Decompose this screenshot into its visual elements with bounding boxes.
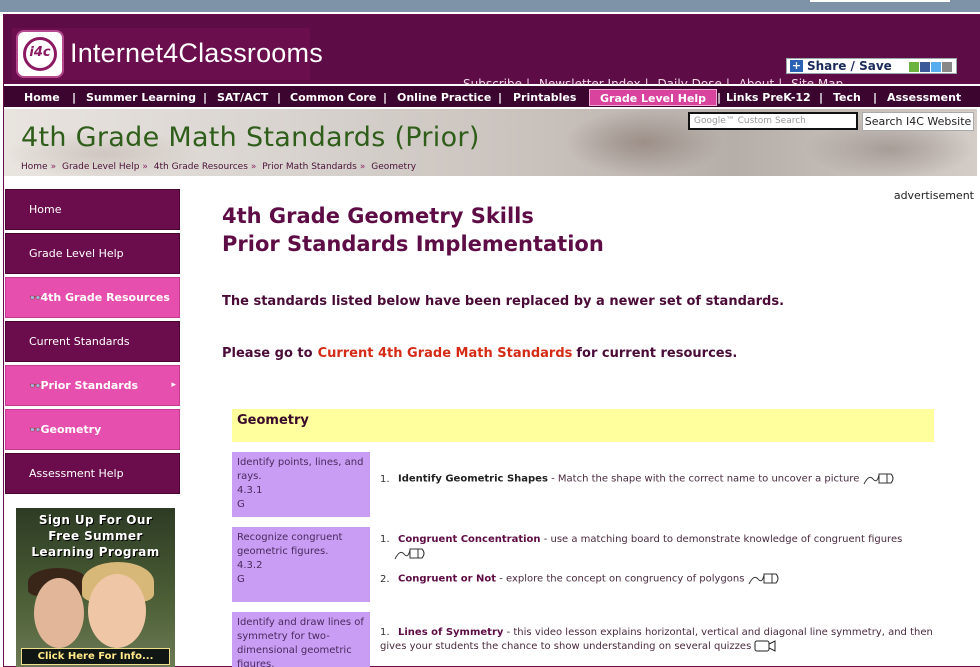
summer-learning-promo[interactable]: Sign Up For Our Free Summer Learning Pro… bbox=[16, 508, 175, 667]
share-social-icons bbox=[908, 61, 952, 75]
nav-summer-learning[interactable]: Summer Learning bbox=[86, 89, 196, 106]
page-title: 4th Grade Math Standards (Prior) bbox=[21, 122, 480, 153]
sidebar-item-grade-level-help[interactable]: Grade Level Help bbox=[5, 233, 180, 274]
sidebar-item-label: Prior Standards bbox=[40, 379, 139, 392]
standard-code: 4.3.1 bbox=[237, 485, 263, 496]
promo-line: Learning Program bbox=[31, 545, 160, 559]
share-plus-icon: + bbox=[790, 59, 803, 72]
nav-sat-act[interactable]: SAT/ACT bbox=[217, 89, 268, 106]
nav-common-core[interactable]: Common Core bbox=[290, 89, 376, 106]
sidebar-item-geometry[interactable]: 👓Geometry bbox=[5, 409, 180, 450]
site-search-input[interactable]: Google™ Custom Search bbox=[688, 112, 858, 130]
breadcrumb-geometry: Geometry bbox=[371, 162, 417, 172]
nav-grade-level-help[interactable]: Grade Level Help bbox=[589, 89, 718, 106]
nav-tech[interactable]: Tech bbox=[833, 89, 861, 106]
breadcrumb-home[interactable]: Home bbox=[21, 162, 48, 172]
sidebar-item-label: Geometry bbox=[40, 423, 102, 436]
site-name: Internet4Classrooms bbox=[70, 38, 323, 68]
standard-text: Recognize congruent geometric figures. bbox=[237, 532, 343, 557]
sidebar-item-label: Assessment Help bbox=[29, 467, 124, 480]
browser-top-strip bbox=[0, 0, 980, 12]
nav-printables[interactable]: Printables bbox=[513, 89, 576, 106]
sidebar-item-prior-standards[interactable]: 👓Prior Standards ▸ bbox=[5, 365, 180, 406]
breadcrumb: Home» Grade Level Help» 4th Grade Resour… bbox=[21, 162, 417, 172]
share-save-button[interactable]: + Share / Save bbox=[786, 58, 957, 74]
main-title: 4th Grade Geometry Skills Prior Standard… bbox=[222, 202, 604, 258]
main-title-line2: Prior Standards Implementation bbox=[222, 232, 604, 256]
resource-link-congruent-or-not[interactable]: Congruent or Not bbox=[398, 574, 496, 585]
nav-home[interactable]: Home bbox=[24, 89, 60, 106]
resource-item: 2. Congruent or Not - explore the concept… bbox=[380, 572, 935, 587]
glasses-icon: 👓 bbox=[29, 293, 42, 304]
glasses-icon: 👓 bbox=[29, 381, 42, 392]
standard-level: G bbox=[237, 499, 245, 510]
promo-line: Sign Up For Our bbox=[38, 513, 153, 527]
sidebar-item-current-standards[interactable]: Current Standards bbox=[5, 321, 180, 362]
pencil-activity-icon bbox=[748, 573, 779, 585]
promo-cta[interactable]: Click Here For Info... bbox=[21, 648, 170, 665]
pencil-activity-icon bbox=[394, 548, 425, 560]
goto-prefix: Please go to bbox=[222, 346, 313, 361]
logo-mark-text: i4c bbox=[29, 45, 51, 60]
resource-item: 1. Lines of Symmetry - this video lesson … bbox=[380, 626, 935, 654]
standard-text: Identify and draw lines of symmetry for … bbox=[237, 617, 364, 667]
standard-text: Identify points, lines, and rays. bbox=[237, 457, 364, 482]
sidebar-item-label: Current Standards bbox=[29, 335, 130, 348]
sidebar-item-label: Home bbox=[29, 203, 62, 216]
standard-level: G bbox=[237, 574, 245, 585]
top-right-box bbox=[810, 0, 950, 2]
standard-code: 4.3.2 bbox=[237, 560, 263, 571]
nav-assessment[interactable]: Assessment bbox=[887, 89, 961, 106]
sidebar-item-label: Grade Level Help bbox=[29, 247, 124, 260]
pencil-activity-icon bbox=[863, 473, 894, 485]
goto-suffix: for current resources. bbox=[576, 346, 738, 361]
resource-link-lines-of-symmetry[interactable]: Lines of Symmetry bbox=[398, 627, 503, 638]
resource-link-identify-geometric-shapes[interactable]: Identify Geometric Shapes bbox=[398, 474, 548, 485]
resource-number: 1. bbox=[380, 627, 390, 638]
replaced-notice: The standards listed below have been rep… bbox=[222, 294, 785, 309]
resource-number: 1. bbox=[380, 534, 390, 545]
sidebar-item-label: 4th Grade Resources bbox=[40, 291, 170, 304]
advertisement-label: advertisement bbox=[893, 189, 974, 202]
resource-desc: - Match the shape with the correct name … bbox=[547, 473, 860, 485]
main-title-line1: 4th Grade Geometry Skills bbox=[222, 204, 534, 228]
resource-desc: - explore the concept on congruency of p… bbox=[496, 573, 745, 585]
breadcrumb-prior-math-standards[interactable]: Prior Math Standards bbox=[262, 162, 357, 172]
video-icon bbox=[754, 640, 776, 652]
site-logo[interactable]: i4c Internet4Classrooms bbox=[12, 28, 323, 80]
sidebar-item-assessment-help[interactable]: Assessment Help bbox=[5, 453, 180, 494]
resource-item: 1. Identify Geometric Shapes - Match the … bbox=[380, 472, 935, 487]
standard-box: Recognize congruent geometric figures. 4… bbox=[232, 527, 370, 602]
sidebar-item-home[interactable]: Home bbox=[5, 189, 180, 230]
sidebar-nav: Home Grade Level Help 👓4th Grade Resourc… bbox=[5, 189, 180, 497]
section-heading-geometry: Geometry bbox=[232, 409, 934, 442]
current-standards-link[interactable]: Current 4th Grade Math Standards bbox=[318, 346, 573, 361]
glasses-icon: 👓 bbox=[29, 425, 42, 436]
share-label: Share / Save bbox=[807, 59, 892, 73]
breadcrumb-grade-level-help[interactable]: Grade Level Help bbox=[62, 162, 139, 172]
resource-desc: - use a matching board to demonstrate kn… bbox=[540, 534, 903, 545]
site-search-button[interactable]: Search I4C Website bbox=[862, 112, 974, 131]
standard-box: Identify and draw lines of symmetry for … bbox=[232, 612, 370, 667]
standard-box: Identify points, lines, and rays. 4.3.1 … bbox=[232, 452, 370, 517]
nav-online-practice[interactable]: Online Practice bbox=[397, 89, 491, 106]
main-nav: Home | Summer Learning | SAT/ACT | Commo… bbox=[4, 85, 980, 108]
promo-line: Free Summer bbox=[48, 529, 143, 543]
resource-number: 2. bbox=[380, 573, 390, 585]
chevron-right-icon: ▸ bbox=[171, 380, 176, 390]
resource-link-congruent-concentration[interactable]: Congruent Concentration bbox=[398, 534, 541, 545]
goto-current-standards: Please go to Current 4th Grade Math Stand… bbox=[222, 346, 737, 361]
resource-number: 1. bbox=[380, 473, 390, 485]
resource-item: 1. Congruent Concentration - use a matchi… bbox=[380, 533, 935, 563]
logo-mark-icon: i4c bbox=[16, 30, 64, 78]
nav-links-prek-12[interactable]: Links PreK-12 bbox=[726, 89, 811, 106]
page-banner: 4th Grade Math Standards (Prior) Home» G… bbox=[4, 109, 977, 176]
sidebar-item-4th-grade-resources[interactable]: 👓4th Grade Resources bbox=[5, 277, 180, 318]
breadcrumb-4th-grade-resources[interactable]: 4th Grade Resources bbox=[154, 162, 248, 172]
